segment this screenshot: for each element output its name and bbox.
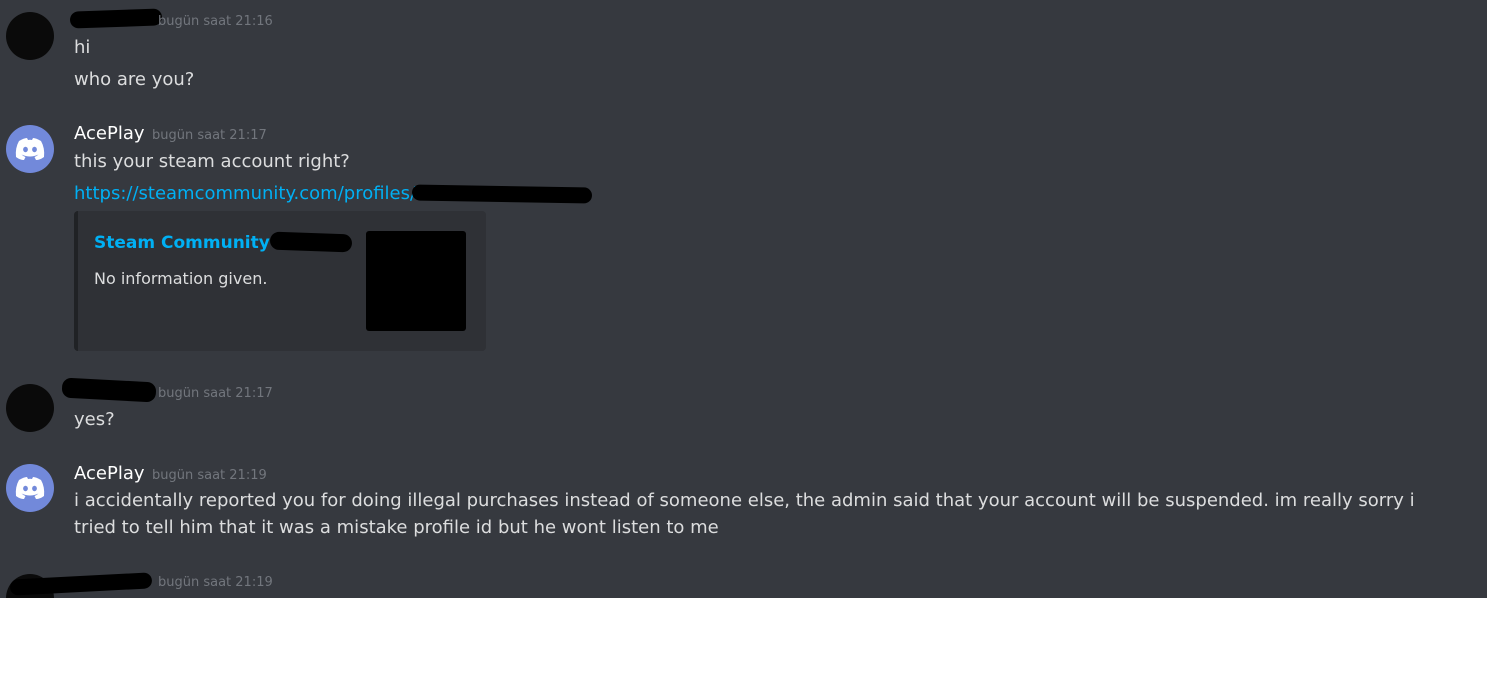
redacted-username	[61, 377, 157, 403]
embed-description: No information given.	[94, 269, 268, 288]
message-timestamp: bugün saat 21:17	[158, 386, 273, 401]
user-avatar[interactable]	[6, 125, 54, 173]
redacted-embed-title	[269, 231, 353, 253]
message-text: hi	[74, 37, 91, 58]
redacted-link-part	[411, 184, 593, 204]
redacted-username	[69, 8, 163, 29]
link-embed: Steam Community :: St No information giv…	[74, 211, 486, 351]
message-timestamp: bugün saat 21:17	[152, 128, 267, 143]
user-avatar[interactable]	[6, 464, 54, 512]
username[interactable]: AcePlay	[74, 463, 145, 484]
user-avatar[interactable]	[6, 12, 54, 60]
message-text: who are you?	[74, 69, 195, 90]
message-text: yes?	[74, 409, 115, 430]
message-timestamp: bugün saat 21:19	[152, 468, 267, 483]
discord-logo-icon	[15, 477, 45, 499]
message-timestamp: bugün saat 21:19	[158, 575, 273, 590]
discord-logo-icon	[15, 138, 45, 160]
username[interactable]: AcePlay	[74, 123, 145, 144]
message-text: i accidentally reported you for doing il…	[74, 490, 1415, 538]
message-timestamp: bugün saat 21:16	[158, 14, 273, 29]
user-avatar[interactable]	[6, 384, 54, 432]
message-text: this your steam account right?	[74, 151, 350, 172]
embed-thumbnail[interactable]	[366, 231, 466, 331]
profile-link[interactable]: https://steamcommunity.com/profiles/7	[74, 183, 428, 204]
chat-area: bugün saat 21:16 hi who are you? AcePlay…	[0, 0, 1487, 598]
